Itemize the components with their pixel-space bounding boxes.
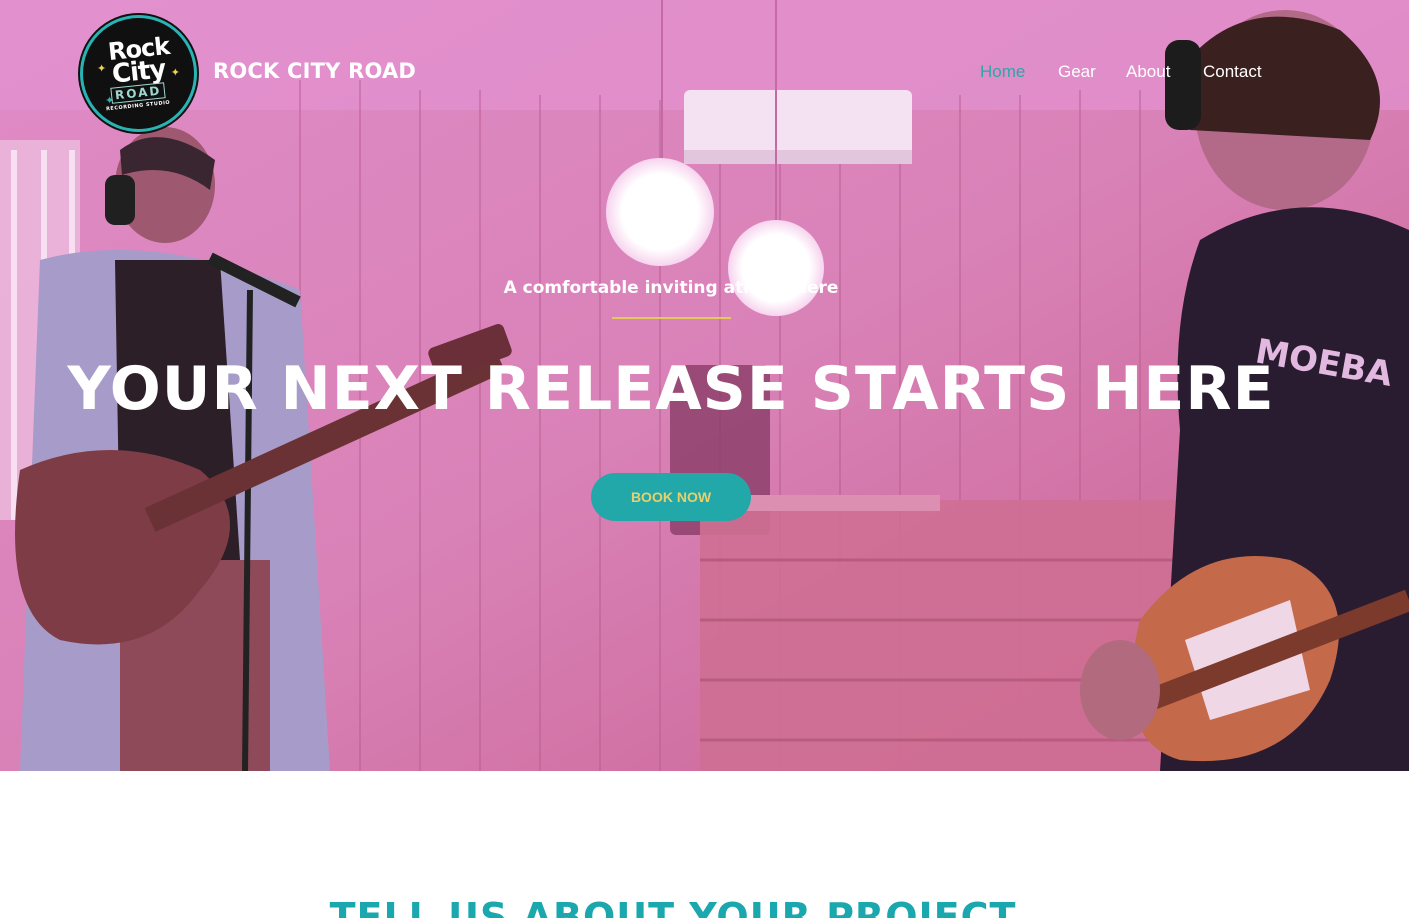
project-section-title: TELL US ABOUT YOUR PROJECT: [329, 895, 1017, 918]
book-now-button[interactable]: BOOK NOW: [591, 473, 751, 521]
nav-item-contact[interactable]: Contact: [1203, 62, 1262, 82]
hero-section: MOEBA ✦ ✦ ✦ Rock City ROAD RECORDING STU…: [0, 0, 1409, 771]
nav-item-home[interactable]: Home: [980, 62, 1025, 82]
hero-tagline: A comfortable inviting atmosphere: [503, 278, 839, 298]
hero-divider: [612, 317, 731, 319]
hero-headline: YOUR NEXT RELEASE STARTS HERE: [67, 354, 1275, 424]
nav-item-about[interactable]: About: [1126, 62, 1170, 82]
main-nav: Home Gear About Contact: [0, 62, 1409, 86]
nav-item-gear[interactable]: Gear: [1058, 62, 1096, 82]
